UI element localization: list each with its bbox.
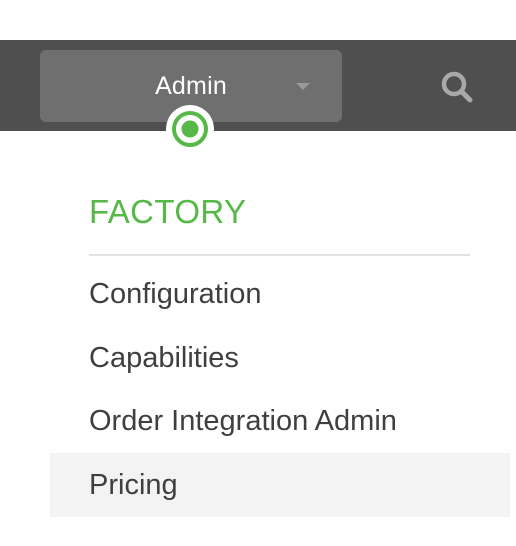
location-pin <box>165 104 215 154</box>
menu-item-pricing[interactable]: Pricing <box>50 453 510 517</box>
menu-item-capabilities[interactable]: Capabilities <box>50 326 510 390</box>
location-pin-icon <box>166 105 214 153</box>
menu-item-label: Pricing <box>89 469 178 501</box>
page: Admin FACTORY Configuration Capabilities… <box>0 0 516 546</box>
menu-item-order-integration-admin[interactable]: Order Integration Admin <box>50 389 510 453</box>
section-divider <box>89 254 470 256</box>
menu-item-label: Order Integration Admin <box>89 405 397 437</box>
menu-item-label: Capabilities <box>89 342 239 374</box>
search-button[interactable] <box>438 68 476 106</box>
menu-item-label: Configuration <box>89 278 262 310</box>
role-select-text: Admin <box>155 72 227 100</box>
search-icon <box>441 71 473 103</box>
menu-item-configuration[interactable]: Configuration <box>50 262 510 326</box>
section-title: FACTORY <box>89 193 247 230</box>
chevron-down-icon <box>296 83 310 90</box>
